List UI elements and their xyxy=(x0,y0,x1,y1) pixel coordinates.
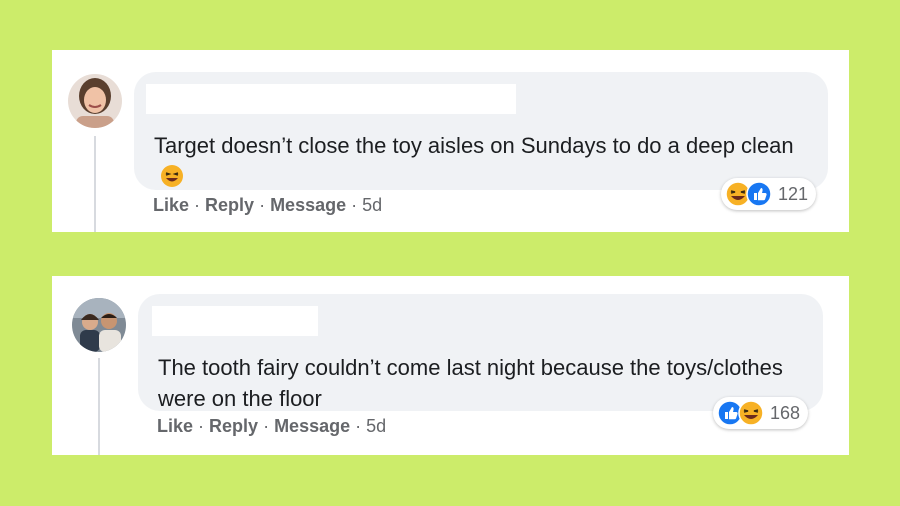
like-link[interactable]: Like xyxy=(153,195,189,216)
reaction-summary[interactable]: 121 xyxy=(721,178,817,210)
comment-card: The tooth fairy couldn’t come last night… xyxy=(52,276,849,455)
laugh-icon xyxy=(738,400,764,426)
comment-body: Target doesn’t close the toy aisles on S… xyxy=(154,133,794,158)
reaction-count: 121 xyxy=(778,183,809,204)
reply-link[interactable]: Reply xyxy=(205,195,254,216)
comment-actions: Like · Reply · Message · 5d xyxy=(157,416,386,437)
avatar[interactable] xyxy=(68,74,122,128)
avatar-photo xyxy=(72,298,126,352)
comment-timestamp[interactable]: 5d xyxy=(366,416,386,437)
separator: · xyxy=(263,416,270,436)
author-name-redacted xyxy=(146,84,516,114)
laughing-face-emoji-icon xyxy=(160,164,184,188)
comment-timestamp[interactable]: 5d xyxy=(362,195,382,216)
message-link[interactable]: Message xyxy=(270,195,346,216)
comment-actions: Like · Reply · Message · 5d xyxy=(153,195,382,216)
like-icon xyxy=(746,181,772,207)
avatar-photo xyxy=(68,74,122,128)
comment-text: Target doesn’t close the toy aisles on S… xyxy=(154,130,794,192)
message-link[interactable]: Message xyxy=(274,416,350,437)
avatar[interactable] xyxy=(72,298,126,352)
author-name-redacted xyxy=(152,306,318,336)
separator: · xyxy=(259,195,266,215)
reaction-summary[interactable]: 168 xyxy=(713,397,809,429)
thread-line xyxy=(94,136,96,232)
comment-body: The tooth fairy couldn’t come last night… xyxy=(158,355,783,411)
separator: · xyxy=(198,416,205,436)
thread-line xyxy=(98,358,100,455)
separator: · xyxy=(194,195,201,215)
separator: · xyxy=(355,416,362,436)
reaction-count: 168 xyxy=(770,402,801,423)
comment-card: Target doesn’t close the toy aisles on S… xyxy=(52,50,849,232)
comment-text: The tooth fairy couldn’t come last night… xyxy=(158,352,798,414)
like-link[interactable]: Like xyxy=(157,416,193,437)
comment-bubble: Target doesn’t close the toy aisles on S… xyxy=(134,72,828,190)
reply-link[interactable]: Reply xyxy=(209,416,258,437)
comment-bubble: The tooth fairy couldn’t come last night… xyxy=(138,294,823,411)
separator: · xyxy=(351,195,358,215)
